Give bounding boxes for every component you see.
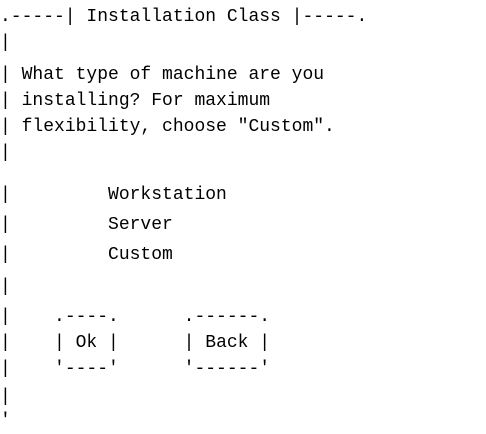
dialog-message-line-2: installing? For maximum [21,91,271,111]
dialog-left-border: | [0,387,11,407]
border-glyph: | [0,117,22,137]
border-glyph [119,333,184,353]
dialog-message-line-1: What type of machine are you [21,65,325,85]
option-row: | Server [0,212,173,238]
option-row: | Workstation [0,182,227,208]
back-button-top: .------. [183,307,271,327]
border-glyph [119,307,184,327]
dialog-left-border: | [0,277,11,297]
ok-button-top: .----. [54,307,119,327]
ok-button[interactable]: | Ok | [54,333,119,353]
buttons-bottom-row: | '----' '------' [0,356,270,382]
ok-button-bottom: '----' [54,359,119,379]
ok-button-label: Ok [75,333,98,353]
buttons-top-row: | .----. .------. [0,304,270,330]
border-glyph: | [0,65,22,85]
option-workstation[interactable]: Workstation [108,185,227,205]
dialog-bottom-border: ' [0,411,11,431]
option-row: | Custom [0,242,173,268]
border-glyph: .-----| [0,7,87,27]
dialog-message-row: | flexibility, choose "Custom". [0,114,335,140]
border-glyph: |-----. [280,7,368,27]
border-glyph: | [0,215,109,235]
border-glyph: | [0,333,55,353]
dialog-message-row: | installing? For maximum [0,88,270,114]
border-glyph: | [0,307,55,327]
option-custom[interactable]: Custom [108,245,173,265]
back-button-left-edge: | [183,333,206,353]
border-glyph: | [0,91,22,111]
back-button-bottom: '------' [183,359,271,379]
dialog-message-line-3: flexibility, choose "Custom". [21,117,335,137]
installation-class-dialog: .-----| Installation Class |-----. | | W… [0,0,486,431]
dialog-left-border: | [0,143,11,163]
border-glyph [119,359,184,379]
dialog-left-border: | [0,33,11,53]
back-button-right-edge: | [248,333,271,353]
buttons-middle-row: | | Ok | | Back | [0,330,270,356]
border-glyph: | [0,185,109,205]
back-button-label: Back [205,333,249,353]
dialog-top-border: .-----| Installation Class |-----. [0,4,367,30]
border-glyph: | [0,245,109,265]
ok-button-left-edge: | [54,333,76,353]
border-glyph: | [0,359,55,379]
ok-button-right-edge: | [97,333,119,353]
dialog-title: Installation Class [86,7,281,27]
option-server[interactable]: Server [108,215,173,235]
dialog-message-row: | What type of machine are you [0,62,324,88]
back-button[interactable]: | Back | [184,333,270,353]
